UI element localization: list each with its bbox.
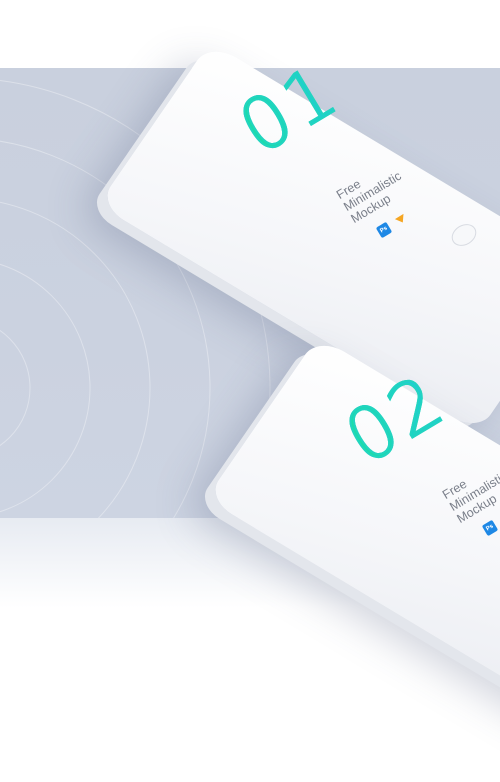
phone-mockup-01: [97, 18, 500, 433]
mockup-scene: 01 Free Minimalistic Mockup Ps 02 Free M…: [0, 0, 500, 782]
